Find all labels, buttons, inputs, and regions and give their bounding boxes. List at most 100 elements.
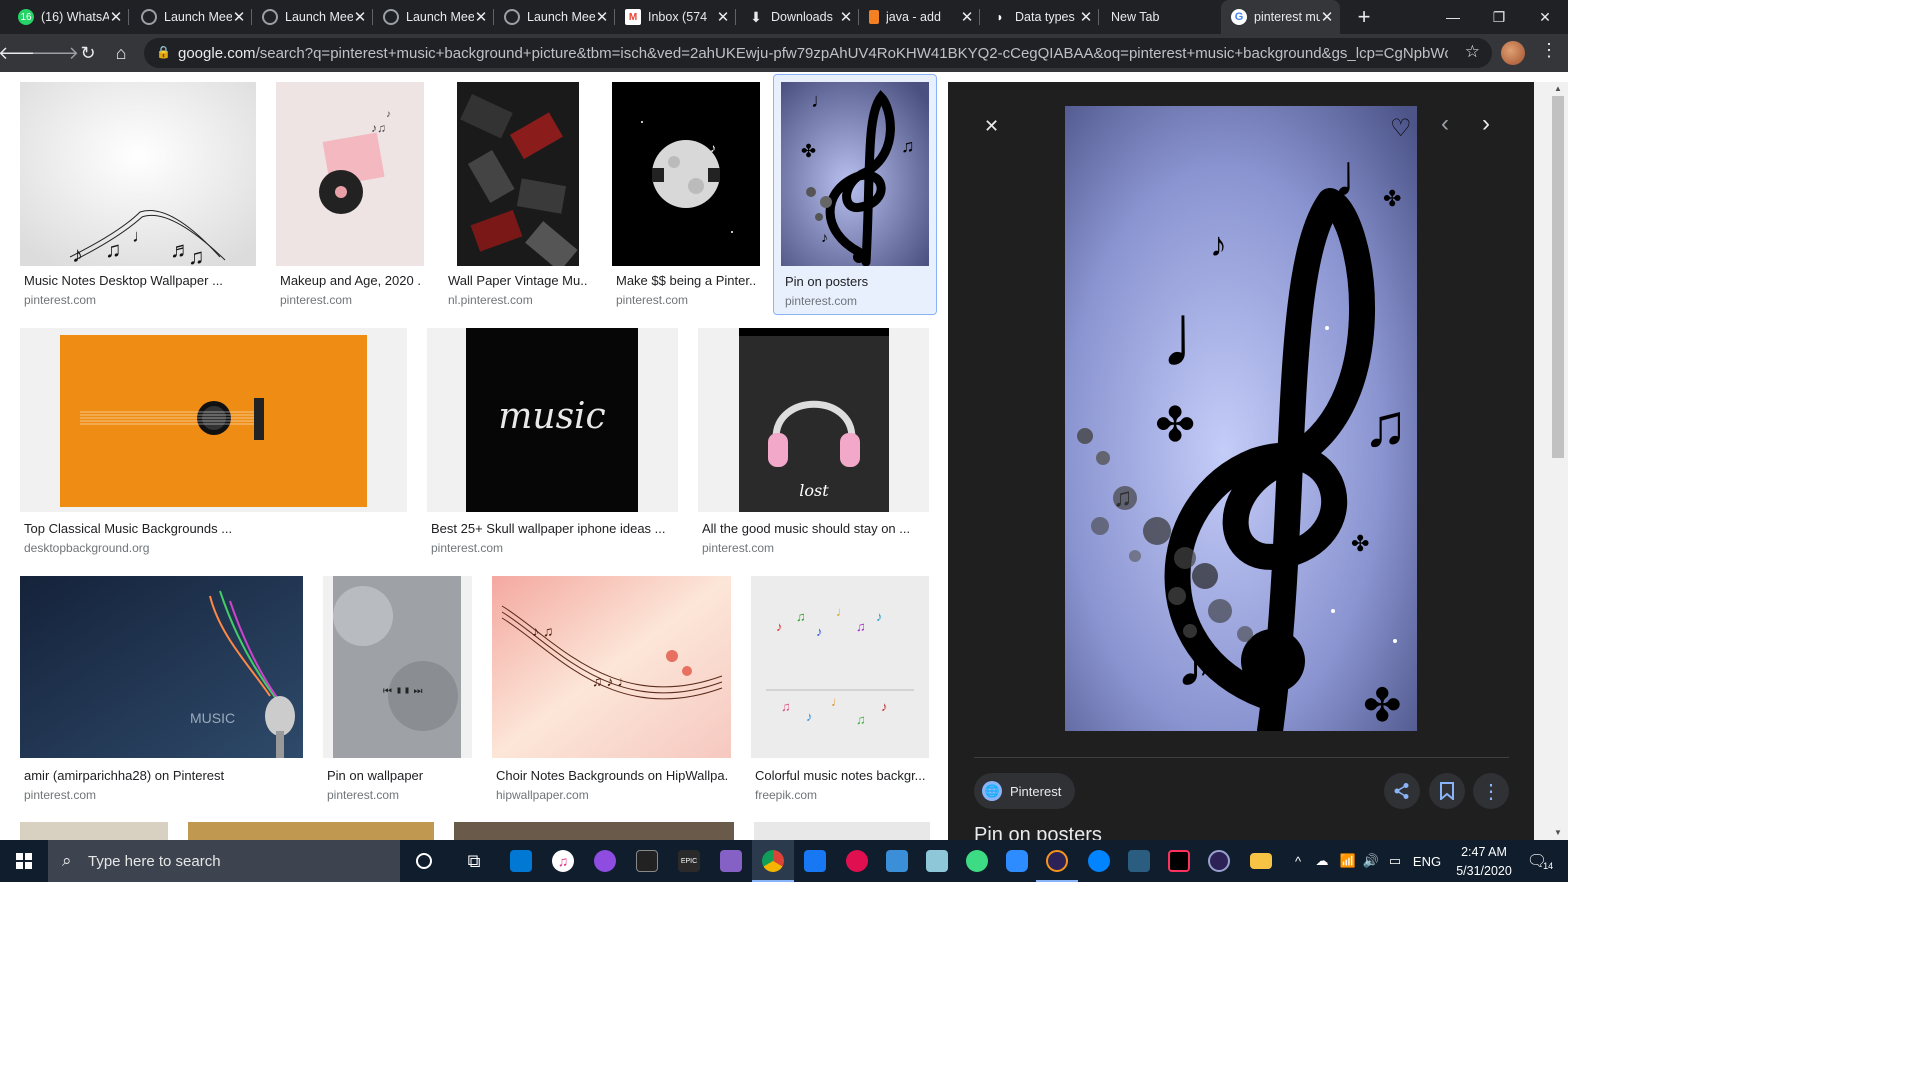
more-options-button[interactable]: ⋮ bbox=[1473, 773, 1509, 809]
scrollbar-thumb[interactable] bbox=[1552, 96, 1564, 458]
reload-button[interactable]: ↻ bbox=[72, 34, 104, 72]
taskbar-app-epic-games[interactable]: EPIC bbox=[668, 840, 710, 882]
onedrive-icon[interactable]: ☁ bbox=[1310, 840, 1334, 882]
taskbar-app-eclipse[interactable] bbox=[1036, 840, 1078, 882]
minimize-button[interactable]: — bbox=[1430, 0, 1476, 34]
tab-close-icon[interactable]: ✕ bbox=[839, 8, 853, 26]
volume-icon[interactable]: 🔊 bbox=[1360, 840, 1382, 882]
result-card[interactable]: MUSIC amir (amirparichha28) on Pinterest… bbox=[20, 576, 303, 806]
close-window-button[interactable]: ✕ bbox=[1522, 0, 1568, 34]
svg-text:⏮ ▮▮ ⏭: ⏮ ▮▮ ⏭ bbox=[383, 686, 423, 697]
tab-launch-meeting[interactable]: Launch Meeting ✕ bbox=[131, 0, 252, 34]
taskbar-app-android-studio[interactable] bbox=[956, 840, 998, 882]
battery-icon[interactable]: ▭ bbox=[1384, 840, 1406, 882]
tab-launch-meeting[interactable]: Launch Meeting ✕ bbox=[494, 0, 615, 34]
taskbar-app-unity[interactable] bbox=[626, 840, 668, 882]
taskbar-app-edit[interactable] bbox=[876, 840, 918, 882]
tab-close-icon[interactable]: ✕ bbox=[109, 8, 123, 26]
notification-center-button[interactable]: 🗨 14 bbox=[1520, 840, 1560, 882]
result-title: Choir Notes Backgrounds on HipWallpa... bbox=[496, 768, 728, 783]
taskbar-search-box[interactable]: ⌕ Type here to search bbox=[48, 840, 400, 882]
tab-launch-meeting[interactable]: Launch Meeting ✕ bbox=[373, 0, 494, 34]
forward-button[interactable]: 🡒 bbox=[31, 34, 79, 72]
scroll-down-icon[interactable]: ▼ bbox=[1552, 828, 1564, 837]
restore-button[interactable]: ❐ bbox=[1476, 0, 1522, 34]
home-button[interactable]: ⌂ bbox=[105, 34, 137, 72]
result-card[interactable]: Top Classical Music Backgrounds ... desk… bbox=[20, 328, 407, 558]
bookmark-star-icon[interactable]: ☆ bbox=[1465, 42, 1480, 62]
result-card-selected[interactable]: ♩ ♫ ✤ ♪ Pin on posters pinterest.com bbox=[773, 74, 937, 315]
prev-image-button[interactable]: ‹ bbox=[1441, 110, 1449, 138]
source-chip[interactable]: 🌐 Pinterest bbox=[974, 773, 1076, 809]
result-card[interactable] bbox=[188, 822, 434, 840]
taskbar-app-arduino[interactable] bbox=[836, 840, 878, 882]
taskbar-app-instagram[interactable] bbox=[794, 840, 836, 882]
task-view-button[interactable]: ⧉ bbox=[452, 840, 496, 882]
taskbar-app-visual-studio[interactable] bbox=[710, 840, 752, 882]
svg-text:♪: ♪ bbox=[386, 109, 391, 120]
scrollbar[interactable]: ▲ ▼ bbox=[1534, 82, 1568, 840]
music-app-icon: ♫ bbox=[552, 850, 574, 872]
result-source: hipwallpaper.com bbox=[496, 788, 589, 802]
taskbar-app-file-explorer[interactable] bbox=[1240, 840, 1282, 882]
scroll-up-icon[interactable]: ▲ bbox=[1552, 84, 1564, 93]
tab-gmail-inbox[interactable]: M Inbox (574 ✕ bbox=[615, 0, 736, 34]
taskbar-app-chrome[interactable] bbox=[752, 840, 794, 882]
taskbar-app-mail[interactable] bbox=[500, 840, 542, 882]
browser-menu-icon[interactable]: ⋮ bbox=[1540, 40, 1558, 61]
address-bar[interactable]: 🔒 google.com/search?q=pinterest+music+ba… bbox=[144, 38, 1492, 68]
result-card[interactable]: ♪ ♫ ♪ ♩ ♫ ♪ ♫ ♪ ♩ ♫ ♪ Colorful music notes ba… bbox=[751, 576, 929, 806]
tab-new-tab[interactable]: New Tab bbox=[1101, 0, 1219, 34]
taskbar-app-zoom[interactable] bbox=[996, 840, 1038, 882]
tab-close-icon[interactable]: ✕ bbox=[232, 8, 246, 26]
tab-pinterest-search[interactable]: G pinterest music background picture ✕ bbox=[1221, 0, 1340, 34]
tab-close-icon[interactable]: ✕ bbox=[1320, 8, 1334, 26]
tab-close-icon[interactable]: ✕ bbox=[353, 8, 367, 26]
preview-image[interactable]: ♩ ♪ ♩ ♫ ♫ ♪ ✤ ✤ ✤ ✤ ♡ bbox=[1065, 106, 1417, 731]
save-button[interactable] bbox=[1429, 773, 1465, 809]
svg-text:♫: ♫ bbox=[901, 136, 915, 156]
tab-close-icon[interactable]: ✕ bbox=[960, 8, 974, 26]
tab-stackoverflow[interactable]: java - add ✕ bbox=[859, 0, 980, 34]
show-hidden-icons-button[interactable]: ^ bbox=[1288, 840, 1308, 882]
tab-close-icon[interactable]: ✕ bbox=[474, 8, 488, 26]
result-card[interactable]: lost All the good music should stay on .… bbox=[698, 328, 929, 558]
result-card[interactable]: ♪ ♫ ♫ ♪ ♩ Choir Notes Backgrounds on Hip… bbox=[492, 576, 731, 806]
taskbar-app-eclipse-2[interactable] bbox=[1198, 840, 1240, 882]
tab-downloads[interactable]: ⬇ Downloads ✕ bbox=[738, 0, 859, 34]
result-card[interactable]: ♪♫ ♪ Makeup and Age, 2020 ... pinterest.… bbox=[276, 82, 424, 312]
share-button[interactable] bbox=[1384, 773, 1420, 809]
taskbar-app-messenger[interactable] bbox=[1078, 840, 1120, 882]
result-card[interactable] bbox=[454, 822, 734, 840]
next-image-button[interactable]: › bbox=[1482, 110, 1490, 138]
result-card[interactable]: music Best 25+ Skull wallpaper iphone id… bbox=[427, 328, 678, 558]
tab-close-icon[interactable]: ✕ bbox=[595, 8, 609, 26]
taskbar-app-podcasts[interactable] bbox=[584, 840, 626, 882]
profile-avatar[interactable] bbox=[1501, 41, 1525, 65]
result-card[interactable]: ♪ Make $$ being a Pinter... pinterest.co… bbox=[612, 82, 760, 312]
taskbar-app-intellij[interactable] bbox=[1158, 840, 1200, 882]
tab-data-types[interactable]: ◗ Data types ✕ bbox=[982, 0, 1099, 34]
new-tab-button[interactable]: + bbox=[1346, 0, 1378, 34]
taskbar-app-notepad[interactable] bbox=[916, 840, 958, 882]
system-clock[interactable]: 2:47 AM 5/31/2020 bbox=[1449, 840, 1519, 882]
wifi-icon[interactable]: 📶 bbox=[1336, 840, 1360, 882]
result-source: pinterest.com bbox=[431, 541, 504, 555]
tab-close-icon[interactable]: ✕ bbox=[1079, 8, 1093, 26]
result-card[interactable]: ⏮ ▮▮ ⏭ Pin on wallpaper pinterest.com bbox=[323, 576, 472, 806]
cortana-button[interactable] bbox=[402, 840, 446, 882]
tab-launch-meeting[interactable]: Launch Meeting ✕ bbox=[252, 0, 373, 34]
taskbar-app-itunes[interactable]: ♫ bbox=[542, 840, 584, 882]
close-preview-button[interactable]: ✕ bbox=[984, 116, 999, 137]
result-card[interactable] bbox=[20, 822, 168, 840]
tab-close-icon[interactable]: ✕ bbox=[716, 8, 730, 26]
start-button[interactable] bbox=[0, 840, 48, 882]
language-indicator[interactable]: ENG bbox=[1410, 840, 1444, 882]
result-card[interactable]: ♪ ♫ ♩ ♬ ♫ Music Notes Desktop Wallpaper … bbox=[20, 82, 256, 312]
tab-strip: 16 (16) WhatsApp ✕ Launch Meeting ✕ Laun… bbox=[0, 0, 1568, 34]
tab-whatsapp[interactable]: 16 (16) WhatsApp ✕ bbox=[8, 0, 129, 34]
taskbar-app-mysql[interactable] bbox=[1118, 840, 1160, 882]
result-card[interactable] bbox=[754, 822, 930, 840]
result-card[interactable]: Wall Paper Vintage Mu... nl.pinterest.co… bbox=[444, 82, 592, 312]
svg-text:♪: ♪ bbox=[806, 709, 813, 724]
